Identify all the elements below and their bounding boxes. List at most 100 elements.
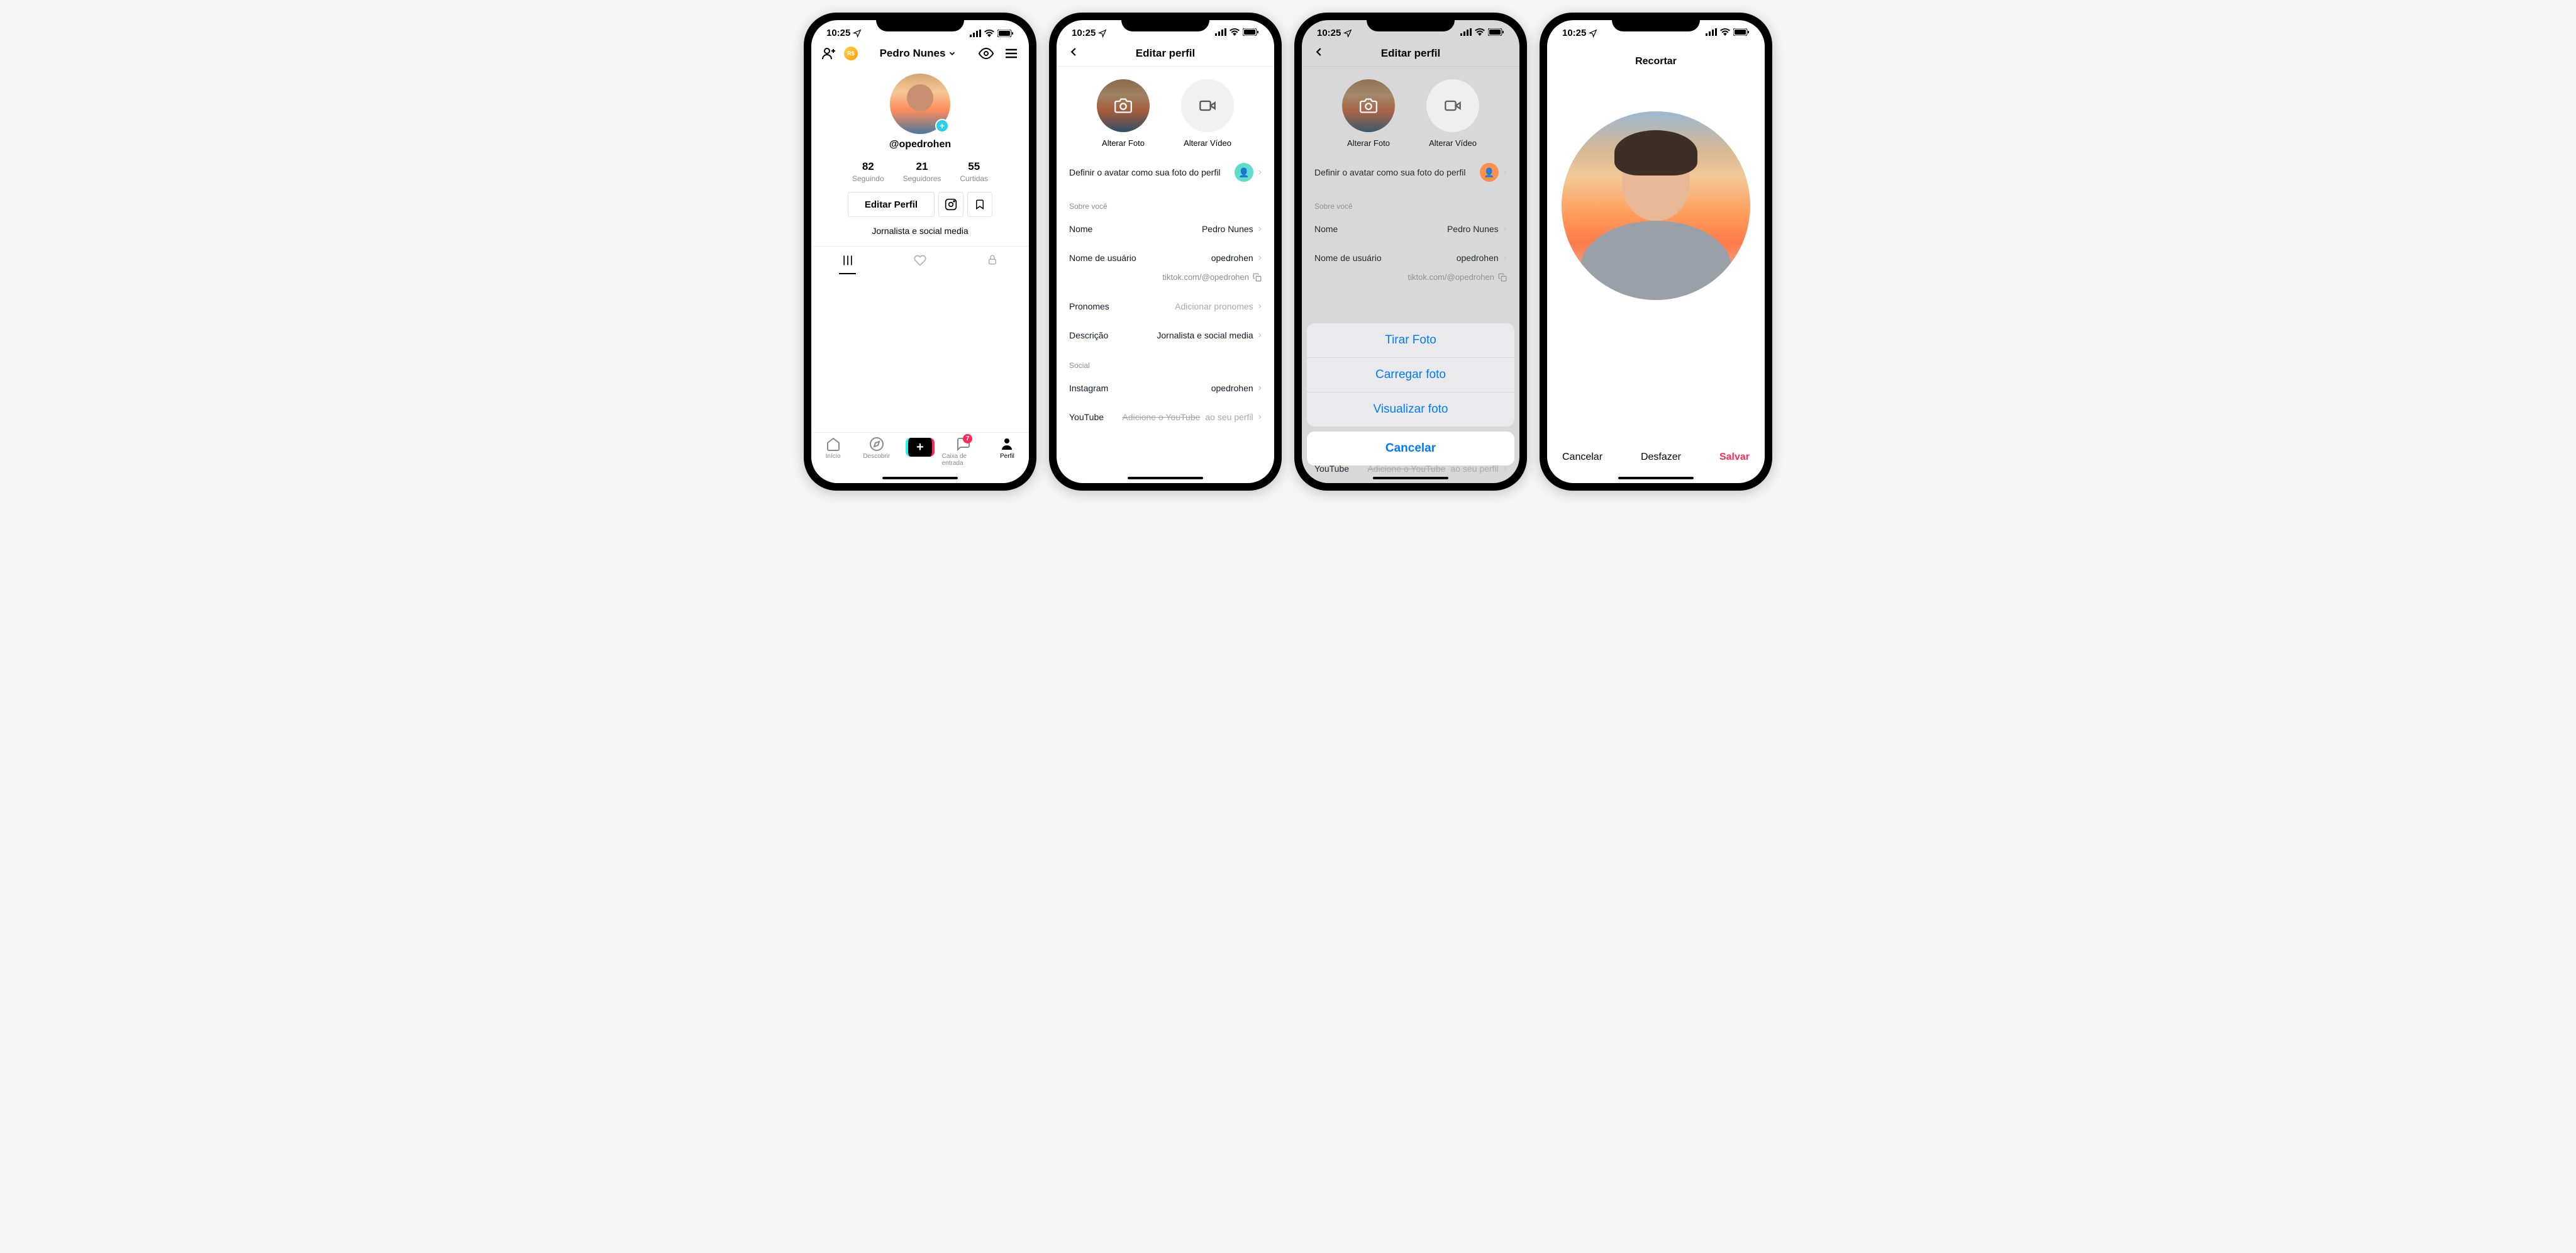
battery-icon <box>997 30 1014 37</box>
location-icon <box>1098 29 1107 38</box>
notch <box>1612 13 1700 31</box>
avatar-preview-icon: 👤 <box>1480 163 1499 182</box>
lock-icon <box>987 254 998 265</box>
change-photo-button[interactable]: Alterar Foto <box>1097 79 1150 148</box>
chevron-right-icon: › <box>1258 301 1262 312</box>
wifi-icon <box>1230 28 1240 38</box>
nav-create[interactable]: + <box>898 437 941 467</box>
chevron-left-icon <box>1067 45 1080 59</box>
username-row[interactable]: Nome de usuário opedrohen› <box>1302 243 1519 272</box>
home-indicator[interactable] <box>882 477 958 479</box>
stat-followers[interactable]: 21 Seguidores <box>903 160 941 183</box>
description-row[interactable]: Descrição Jornalista e social media› <box>1057 321 1274 350</box>
crop-title: Recortar <box>1547 41 1765 74</box>
nav-inbox[interactable]: 7 Caixa de entrada <box>942 437 985 467</box>
crop-preview[interactable] <box>1562 111 1750 300</box>
nav-discover[interactable]: Descobrir <box>855 437 898 467</box>
chevron-down-icon <box>948 49 957 58</box>
username-row[interactable]: Nome de usuário opedrohen› <box>1057 243 1274 272</box>
add-user-icon[interactable] <box>821 46 836 61</box>
crop-save-button[interactable]: Salvar <box>1719 452 1750 463</box>
media-row: Alterar Foto Alterar Vídeo <box>1302 67 1519 154</box>
create-button[interactable]: + <box>906 438 935 457</box>
chevron-right-icon: › <box>1504 167 1507 178</box>
notch <box>876 13 964 31</box>
avatar-option-row[interactable]: Definir o avatar como sua foto do perfil… <box>1057 154 1274 191</box>
menu-icon[interactable] <box>1004 46 1019 61</box>
edit-title: Editar perfil <box>1381 47 1440 60</box>
signal-icon <box>970 30 981 37</box>
crop-cancel-button[interactable]: Cancelar <box>1562 452 1602 463</box>
chevron-right-icon: › <box>1258 167 1262 178</box>
instagram-row[interactable]: Instagram opedrohen› <box>1057 374 1274 403</box>
eye-icon[interactable] <box>979 46 994 61</box>
video-icon <box>1444 97 1462 114</box>
nav-home[interactable]: Início <box>811 437 855 467</box>
chevron-left-icon <box>1312 45 1326 59</box>
instagram-button[interactable] <box>938 192 963 217</box>
tab-private[interactable] <box>957 247 1029 274</box>
back-button[interactable] <box>1312 45 1326 62</box>
avatar[interactable]: + <box>890 74 950 134</box>
change-video-button[interactable]: Alterar Vídeo <box>1181 79 1234 148</box>
profile-name-dropdown[interactable]: Pedro Nunes <box>880 47 957 60</box>
change-video-button[interactable]: Alterar Vídeo <box>1426 79 1479 148</box>
about-section-title: Sobre você <box>1302 191 1519 214</box>
sheet-take-photo[interactable]: Tirar Foto <box>1307 323 1514 358</box>
profile-title: Pedro Nunes <box>880 47 946 60</box>
back-button[interactable] <box>1067 45 1080 62</box>
bio-text: Jornalista e social media <box>811 226 1029 236</box>
avatar-add-icon[interactable]: + <box>935 119 949 133</box>
name-row[interactable]: Nome Pedro Nunes› <box>1057 214 1274 243</box>
wifi-icon <box>1475 28 1485 38</box>
profile-icon <box>999 437 1014 452</box>
copy-icon[interactable] <box>1253 273 1262 282</box>
crop-undo-button[interactable]: Desfazer <box>1641 452 1681 463</box>
location-icon <box>853 29 862 38</box>
about-section-title: Sobre você <box>1057 191 1274 214</box>
chevron-right-icon: › <box>1258 382 1262 394</box>
sheet-cancel[interactable]: Cancelar <box>1307 432 1514 465</box>
signal-icon <box>1215 28 1226 38</box>
tab-liked[interactable] <box>884 247 956 274</box>
profile-header: R$ Pedro Nunes <box>811 41 1029 66</box>
bookmark-icon <box>974 199 985 210</box>
grid-icon <box>841 254 854 267</box>
nav-profile[interactable]: Perfil <box>985 437 1029 467</box>
video-icon <box>1199 97 1216 114</box>
bottom-nav: Início Descobrir + 7 Caixa de entrada Pe… <box>811 432 1029 483</box>
notch <box>1367 13 1455 31</box>
chevron-right-icon: › <box>1258 223 1262 235</box>
edit-header: Editar perfil <box>1302 41 1519 67</box>
signal-icon <box>1706 28 1717 38</box>
change-photo-button[interactable]: Alterar Foto <box>1342 79 1395 148</box>
edit-header: Editar perfil <box>1057 41 1274 67</box>
edit-profile-button[interactable]: Editar Perfil <box>848 192 935 217</box>
location-icon <box>1589 29 1597 38</box>
copy-icon[interactable] <box>1498 273 1507 282</box>
youtube-row[interactable]: YouTube Adicione o YouTube ao seu perfil… <box>1057 403 1274 432</box>
stat-likes[interactable]: 55 Curtidas <box>960 160 988 183</box>
wifi-icon <box>1720 28 1730 38</box>
camera-icon <box>1114 97 1132 114</box>
sheet-view-photo[interactable]: Visualizar foto <box>1307 393 1514 426</box>
sheet-upload-photo[interactable]: Carregar foto <box>1307 358 1514 393</box>
tab-grid[interactable] <box>811 247 884 274</box>
phone-crop: 10:25 Recortar Cancelar Desfazer Salvar <box>1540 13 1772 491</box>
crop-area[interactable] <box>1560 111 1752 300</box>
signal-icon <box>1460 28 1472 38</box>
home-indicator[interactable] <box>1618 477 1694 479</box>
home-indicator[interactable] <box>1128 477 1203 479</box>
edit-title: Editar perfil <box>1136 47 1195 60</box>
coin-icon[interactable]: R$ <box>844 47 858 60</box>
username: @opedrohen <box>811 139 1029 150</box>
profile-url: tiktok.com/@opedrohen <box>1057 272 1274 292</box>
name-row[interactable]: Nome Pedro Nunes› <box>1302 214 1519 243</box>
pronouns-row[interactable]: Pronomes Adicionar pronomes› <box>1057 292 1274 321</box>
stat-following[interactable]: 82 Seguindo <box>852 160 884 183</box>
instagram-icon <box>945 198 957 211</box>
bookmark-button[interactable] <box>967 192 992 217</box>
avatar-preview-icon: 👤 <box>1235 163 1253 182</box>
avatar-option-row[interactable]: Definir o avatar como sua foto do perfil… <box>1302 154 1519 191</box>
social-section-title: Social <box>1057 350 1274 374</box>
